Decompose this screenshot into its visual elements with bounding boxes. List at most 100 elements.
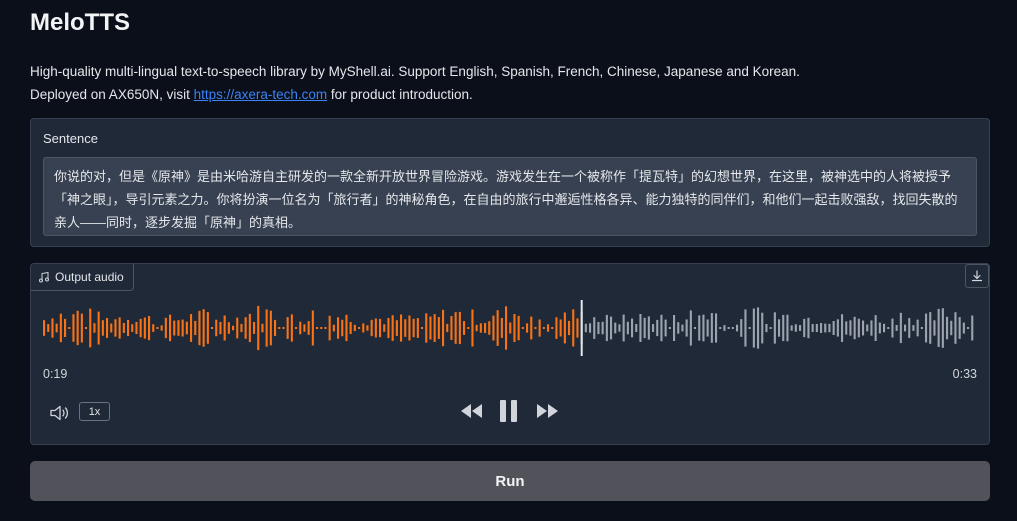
waveform-bar	[127, 320, 130, 336]
volume-icon[interactable]	[49, 404, 71, 422]
waveform-bar	[185, 321, 188, 335]
waveform-bar	[59, 313, 62, 343]
waveform-bar	[164, 317, 167, 339]
waveform-bar	[416, 318, 419, 338]
waveform-bar	[845, 321, 848, 335]
waveform-bar	[551, 327, 554, 329]
waveform-bar	[547, 324, 550, 332]
waveform-bar	[752, 308, 755, 348]
waveform-bar	[946, 316, 949, 340]
waveform-bar	[685, 319, 688, 337]
waveform-bar	[156, 327, 159, 329]
waveform-bar	[311, 310, 314, 346]
pause-icon[interactable]	[499, 399, 519, 423]
waveform-bar	[433, 314, 436, 342]
waveform-bar	[715, 313, 718, 343]
waveform-bar	[93, 323, 96, 333]
waveform-bar	[601, 321, 604, 335]
waveform-bar	[303, 324, 306, 332]
waveform-bar	[139, 318, 142, 338]
waveform-bar	[454, 312, 457, 344]
waveform-bar	[97, 311, 100, 345]
waveform-bar	[160, 325, 163, 331]
waveform-bar	[118, 317, 121, 339]
waveform-bar	[374, 318, 377, 338]
waveform-bar	[51, 318, 54, 338]
waveform-bar	[269, 310, 272, 346]
waveform-bar	[173, 320, 176, 336]
waveform-bar	[211, 327, 214, 329]
waveform-bar	[694, 327, 697, 329]
waveform-bar	[664, 319, 667, 337]
download-icon	[971, 270, 983, 282]
waveform-bar	[110, 323, 113, 333]
waveform-bar	[744, 309, 747, 347]
waveform-bar	[631, 318, 634, 338]
waveform-bar	[106, 318, 109, 338]
waveform-bar	[286, 317, 289, 339]
waveform-bar	[362, 323, 365, 333]
waveform-bar	[862, 320, 865, 336]
waveform-bar	[677, 322, 680, 334]
waveform-bar	[702, 314, 705, 342]
waveform-bar	[736, 324, 739, 332]
waveform-bar	[274, 319, 277, 336]
fast-forward-icon[interactable]	[536, 401, 560, 421]
playback-rate-button[interactable]: 1x	[79, 402, 110, 421]
waveform-bar	[563, 312, 566, 344]
waveform-bar	[387, 317, 390, 339]
waveform-bar	[248, 313, 251, 343]
waveform-bar	[278, 327, 281, 329]
download-button[interactable]	[965, 264, 989, 288]
sentence-textarea[interactable]: 你说的对，但是《原神》是由米哈游自主研发的一款全新开放世界冒险游戏。游戏发生在一…	[43, 157, 977, 236]
waveform-bar	[177, 320, 180, 336]
waveform-bar	[198, 310, 201, 346]
waveform-bar	[484, 323, 487, 333]
waveform-bar	[916, 319, 919, 337]
output-audio-label: Output audio	[31, 264, 134, 291]
playhead-cursor[interactable]	[580, 300, 583, 356]
waveform-bar	[866, 324, 869, 332]
waveform-bar	[853, 316, 856, 340]
waveform-bar	[64, 318, 67, 337]
waveform-bar	[240, 323, 243, 333]
waveform-bar	[345, 314, 348, 342]
description-line-2: Deployed on AX650N, visit https://axera-…	[30, 83, 800, 106]
waveform-bar	[383, 324, 386, 332]
output-audio-panel: Output audio 0:19 0:33 1x	[30, 263, 990, 445]
waveform-bar	[446, 323, 449, 333]
current-time: 0:19	[43, 367, 68, 381]
rewind-icon[interactable]	[459, 401, 483, 421]
waveform-bar	[467, 327, 470, 329]
waveform-bar	[857, 318, 860, 338]
waveform-bar	[324, 327, 327, 329]
waveform-bar	[47, 324, 50, 332]
waveform-bar	[471, 309, 474, 347]
waveform-bar	[290, 314, 293, 342]
waveform-bar	[500, 318, 503, 338]
product-link[interactable]: https://axera-tech.com	[194, 87, 328, 102]
waveform-bar	[169, 314, 172, 342]
waveform-bar	[320, 327, 323, 329]
waveform-bar	[236, 317, 239, 339]
waveform-bar	[572, 309, 575, 347]
waveform-bar	[870, 320, 873, 336]
waveform-bar	[148, 316, 151, 341]
waveform-bar	[832, 321, 835, 335]
waveform-bar	[710, 313, 713, 343]
waveform-bar	[521, 327, 524, 329]
waveform-bar	[874, 315, 877, 341]
waveform-bar	[206, 312, 209, 344]
waveform-bar	[421, 327, 424, 329]
waveform-bar	[626, 321, 629, 335]
waveform-bar	[332, 324, 335, 332]
run-button[interactable]: Run	[30, 461, 990, 501]
waveform-bar	[912, 325, 915, 331]
waveform-bar	[538, 319, 541, 337]
waveform-bar	[227, 322, 230, 334]
waveform-bar	[202, 309, 205, 347]
audio-waveform[interactable]	[43, 300, 977, 356]
output-audio-label-text: Output audio	[55, 270, 124, 284]
waveform-bar	[610, 316, 613, 340]
waveform-bar	[841, 314, 844, 342]
